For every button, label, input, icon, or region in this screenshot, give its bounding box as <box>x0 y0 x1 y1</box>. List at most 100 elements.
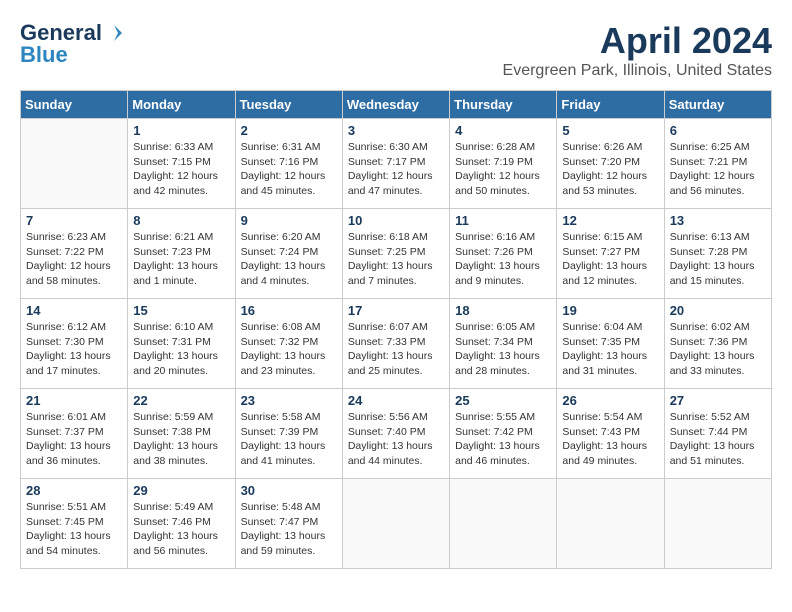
calendar-day-cell <box>21 119 128 209</box>
day-info: Sunrise: 6:01 AMSunset: 7:37 PMDaylight:… <box>26 410 122 469</box>
day-number: 24 <box>348 393 444 408</box>
day-number: 20 <box>670 303 766 318</box>
day-info: Sunrise: 5:49 AMSunset: 7:46 PMDaylight:… <box>133 500 229 559</box>
calendar-week-row: 21 Sunrise: 6:01 AMSunset: 7:37 PMDayligh… <box>21 389 772 479</box>
page-header: General Blue April 2024 Evergreen Park, … <box>20 20 772 80</box>
calendar-day-cell: 24Sunrise: 5:56 AMSunset: 7:40 PMDayligh… <box>342 389 449 479</box>
calendar-day-cell: 27Sunrise: 5:52 AMSunset: 7:44 PMDayligh… <box>664 389 771 479</box>
calendar-day-cell: 8 Sunrise: 6:21 AMSunset: 7:23 PMDaylight… <box>128 209 235 299</box>
weekday-header: Monday <box>128 91 235 119</box>
day-info: Sunrise: 6:16 AMSunset: 7:26 PMDaylight:… <box>455 230 551 289</box>
calendar-day-cell: 13Sunrise: 6:13 AMSunset: 7:28 PMDayligh… <box>664 209 771 299</box>
day-info: Sunrise: 5:55 AMSunset: 7:42 PMDaylight:… <box>455 410 551 469</box>
weekday-header: Thursday <box>450 91 557 119</box>
day-info: Sunrise: 6:31 AMSunset: 7:16 PMDaylight:… <box>241 140 337 199</box>
calendar-day-cell: 19 Sunrise: 6:04 AMSunset: 7:35 PMDayligh… <box>557 299 664 389</box>
calendar-day-cell <box>342 479 449 569</box>
day-info: Sunrise: 6:30 AMSunset: 7:17 PMDaylight:… <box>348 140 444 199</box>
calendar-header: SundayMondayTuesdayWednesdayThursdayFrid… <box>21 91 772 119</box>
day-info: Sunrise: 6:12 AMSunset: 7:30 PMDaylight:… <box>26 320 122 379</box>
day-number: 16 <box>241 303 337 318</box>
calendar-day-cell: 5Sunrise: 6:26 AMSunset: 7:20 PMDaylight… <box>557 119 664 209</box>
calendar-day-cell <box>450 479 557 569</box>
calendar-day-cell: 17 Sunrise: 6:07 AMSunset: 7:33 PMDayligh… <box>342 299 449 389</box>
day-number: 10 <box>348 213 444 228</box>
calendar-day-cell: 4Sunrise: 6:28 AMSunset: 7:19 PMDaylight… <box>450 119 557 209</box>
weekday-header: Wednesday <box>342 91 449 119</box>
weekday-header: Saturday <box>664 91 771 119</box>
day-number: 8 <box>133 213 229 228</box>
calendar-week-row: 14 Sunrise: 6:12 AMSunset: 7:30 PMDayligh… <box>21 299 772 389</box>
day-info: Sunrise: 5:54 AMSunset: 7:43 PMDaylight:… <box>562 410 658 469</box>
day-info: Sunrise: 6:15 AMSunset: 7:27 PMDaylight:… <box>562 230 658 289</box>
day-info: Sunrise: 5:48 AMSunset: 7:47 PMDaylight:… <box>241 500 337 559</box>
day-info: Sunrise: 6:13 AMSunset: 7:28 PMDaylight:… <box>670 230 766 289</box>
day-info: Sunrise: 5:52 AMSunset: 7:44 PMDaylight:… <box>670 410 766 469</box>
day-info: Sunrise: 6:33 AMSunset: 7:15 PMDaylight:… <box>133 140 229 199</box>
day-info: Sunrise: 6:02 AMSunset: 7:36 PMDaylight:… <box>670 320 766 379</box>
calendar-body: 1 Sunrise: 6:33 AMSunset: 7:15 PMDaylight… <box>21 119 772 569</box>
day-number: 3 <box>348 123 444 138</box>
weekday-header: Sunday <box>21 91 128 119</box>
day-info: Sunrise: 6:18 AMSunset: 7:25 PMDaylight:… <box>348 230 444 289</box>
day-info: Sunrise: 6:26 AMSunset: 7:20 PMDaylight:… <box>562 140 658 199</box>
day-number: 11 <box>455 213 551 228</box>
day-number: 25 <box>455 393 551 408</box>
day-number: 15 <box>133 303 229 318</box>
day-info: Sunrise: 6:08 AMSunset: 7:32 PMDaylight:… <box>241 320 337 379</box>
calendar-day-cell: 10 Sunrise: 6:18 AMSunset: 7:25 PMDayligh… <box>342 209 449 299</box>
day-number: 30 <box>241 483 337 498</box>
title-section: April 2024 Evergreen Park, Illinois, Uni… <box>503 20 772 80</box>
calendar-week-row: 7Sunrise: 6:23 AMSunset: 7:22 PMDaylight… <box>21 209 772 299</box>
day-info: Sunrise: 6:20 AMSunset: 7:24 PMDaylight:… <box>241 230 337 289</box>
calendar-day-cell: 18 Sunrise: 6:05 AMSunset: 7:34 PMDayligh… <box>450 299 557 389</box>
day-number: 26 <box>562 393 658 408</box>
day-number: 18 <box>455 303 551 318</box>
location-title: Evergreen Park, Illinois, United States <box>503 62 772 80</box>
day-info: Sunrise: 6:07 AMSunset: 7:33 PMDaylight:… <box>348 320 444 379</box>
day-number: 4 <box>455 123 551 138</box>
day-info: Sunrise: 5:59 AMSunset: 7:38 PMDaylight:… <box>133 410 229 469</box>
calendar-day-cell: 21 Sunrise: 6:01 AMSunset: 7:37 PMDayligh… <box>21 389 128 479</box>
calendar-day-cell: 7Sunrise: 6:23 AMSunset: 7:22 PMDaylight… <box>21 209 128 299</box>
day-number: 29 <box>133 483 229 498</box>
calendar-day-cell: 16 Sunrise: 6:08 AMSunset: 7:32 PMDayligh… <box>235 299 342 389</box>
day-number: 23 <box>241 393 337 408</box>
calendar-week-row: 1 Sunrise: 6:33 AMSunset: 7:15 PMDaylight… <box>21 119 772 209</box>
day-number: 19 <box>562 303 658 318</box>
calendar-day-cell: 29 Sunrise: 5:49 AMSunset: 7:46 PMDayligh… <box>128 479 235 569</box>
calendar-day-cell: 25 Sunrise: 5:55 AMSunset: 7:42 PMDayligh… <box>450 389 557 479</box>
calendar-day-cell: 30 Sunrise: 5:48 AMSunset: 7:47 PMDayligh… <box>235 479 342 569</box>
day-number: 22 <box>133 393 229 408</box>
calendar-day-cell: 12 Sunrise: 6:15 AMSunset: 7:27 PMDayligh… <box>557 209 664 299</box>
day-info: Sunrise: 6:05 AMSunset: 7:34 PMDaylight:… <box>455 320 551 379</box>
weekday-header: Friday <box>557 91 664 119</box>
logo: General Blue <box>20 20 124 68</box>
day-number: 17 <box>348 303 444 318</box>
day-info: Sunrise: 6:21 AMSunset: 7:23 PMDaylight:… <box>133 230 229 289</box>
calendar-day-cell: 26 Sunrise: 5:54 AMSunset: 7:43 PMDayligh… <box>557 389 664 479</box>
calendar-day-cell: 1 Sunrise: 6:33 AMSunset: 7:15 PMDaylight… <box>128 119 235 209</box>
day-info: Sunrise: 6:23 AMSunset: 7:22 PMDaylight:… <box>26 230 122 289</box>
weekday-header: Tuesday <box>235 91 342 119</box>
calendar-table: SundayMondayTuesdayWednesdayThursdayFrid… <box>20 90 772 569</box>
day-number: 2 <box>241 123 337 138</box>
calendar-day-cell: 20 Sunrise: 6:02 AMSunset: 7:36 PMDayligh… <box>664 299 771 389</box>
calendar-day-cell: 3 Sunrise: 6:30 AMSunset: 7:17 PMDaylight… <box>342 119 449 209</box>
day-info: Sunrise: 5:51 AMSunset: 7:45 PMDaylight:… <box>26 500 122 559</box>
calendar-day-cell: 22 Sunrise: 5:59 AMSunset: 7:38 PMDayligh… <box>128 389 235 479</box>
calendar-day-cell: 2 Sunrise: 6:31 AMSunset: 7:16 PMDaylight… <box>235 119 342 209</box>
day-number: 1 <box>133 123 229 138</box>
calendar-day-cell: 11 Sunrise: 6:16 AMSunset: 7:26 PMDayligh… <box>450 209 557 299</box>
day-number: 14 <box>26 303 122 318</box>
calendar-day-cell: 15Sunrise: 6:10 AMSunset: 7:31 PMDayligh… <box>128 299 235 389</box>
day-info: Sunrise: 6:04 AMSunset: 7:35 PMDaylight:… <box>562 320 658 379</box>
calendar-day-cell: 23Sunrise: 5:58 AMSunset: 7:39 PMDayligh… <box>235 389 342 479</box>
calendar-week-row: 28Sunrise: 5:51 AMSunset: 7:45 PMDayligh… <box>21 479 772 569</box>
logo-blue: Blue <box>20 42 68 68</box>
calendar-day-cell: 14 Sunrise: 6:12 AMSunset: 7:30 PMDayligh… <box>21 299 128 389</box>
day-number: 12 <box>562 213 658 228</box>
calendar-day-cell: 9Sunrise: 6:20 AMSunset: 7:24 PMDaylight… <box>235 209 342 299</box>
day-number: 21 <box>26 393 122 408</box>
month-title: April 2024 <box>503 20 772 62</box>
